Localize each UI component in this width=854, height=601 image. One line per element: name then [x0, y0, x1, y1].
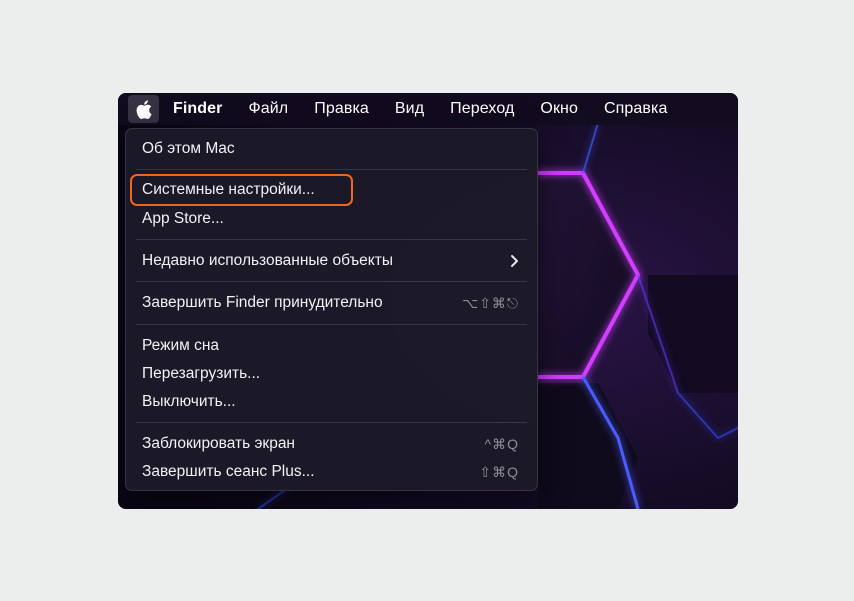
menu-item-label: Выключить...	[142, 393, 236, 410]
apple-dropdown-menu: Об этом Mac Системные настройки... App S…	[125, 128, 538, 491]
menu-item-log-out[interactable]: Завершить сеанс Plus... ⇧⌘Q	[126, 459, 537, 485]
menu-item-label: Об этом Mac	[142, 140, 235, 157]
menu-item-restart[interactable]: Перезагрузить...	[126, 361, 537, 387]
menu-bar: Finder Файл Правка Вид Переход Окно Спра…	[118, 93, 738, 125]
chevron-right-icon	[511, 255, 518, 267]
menubar-file[interactable]: Файл	[236, 93, 302, 125]
menu-item-sleep[interactable]: Режим сна	[126, 333, 537, 359]
menu-item-about-mac[interactable]: Об этом Mac	[126, 136, 537, 162]
menu-item-recent-items[interactable]: Недавно использованные объекты	[126, 248, 537, 274]
menu-item-label: Заблокировать экран	[142, 435, 295, 452]
menu-separator	[136, 324, 527, 325]
menu-separator	[136, 169, 527, 170]
log-out-shortcut: ⇧⌘Q	[479, 463, 519, 480]
menu-item-label: Недавно использованные объекты	[142, 252, 393, 269]
menu-item-lock-screen[interactable]: Заблокировать экран ^⌘Q	[126, 431, 537, 457]
desktop-screen: Finder Файл Правка Вид Переход Окно Спра…	[118, 93, 738, 509]
menu-item-label: App Store...	[142, 210, 224, 227]
menu-item-shut-down[interactable]: Выключить...	[126, 389, 537, 415]
lock-screen-shortcut: ^⌘Q	[484, 435, 519, 452]
menu-item-app-store[interactable]: App Store...	[126, 206, 537, 232]
menubar-help[interactable]: Справка	[591, 93, 680, 125]
menu-item-label: Перезагрузить...	[142, 365, 261, 382]
menu-separator	[136, 422, 527, 423]
menu-item-force-quit[interactable]: Завершить Finder принудительно ⌥⇧⌘⎋	[126, 290, 537, 316]
menubar-view[interactable]: Вид	[382, 93, 437, 125]
menubar-window[interactable]: Окно	[527, 93, 591, 125]
apple-logo-icon	[136, 99, 152, 119]
menubar-edit[interactable]: Правка	[301, 93, 382, 125]
menu-item-label: Завершить Finder принудительно	[142, 294, 383, 311]
menubar-go[interactable]: Переход	[437, 93, 527, 125]
apple-menu-button[interactable]	[128, 95, 159, 123]
force-quit-shortcut: ⌥⇧⌘⎋	[462, 294, 519, 311]
menu-item-label: Завершить сеанс Plus...	[142, 463, 315, 480]
menubar-app-finder[interactable]: Finder	[159, 93, 236, 125]
menu-item-label: Режим сна	[142, 337, 220, 354]
menu-separator	[136, 281, 527, 282]
highlight-outline	[130, 174, 353, 206]
menu-separator	[136, 239, 527, 240]
